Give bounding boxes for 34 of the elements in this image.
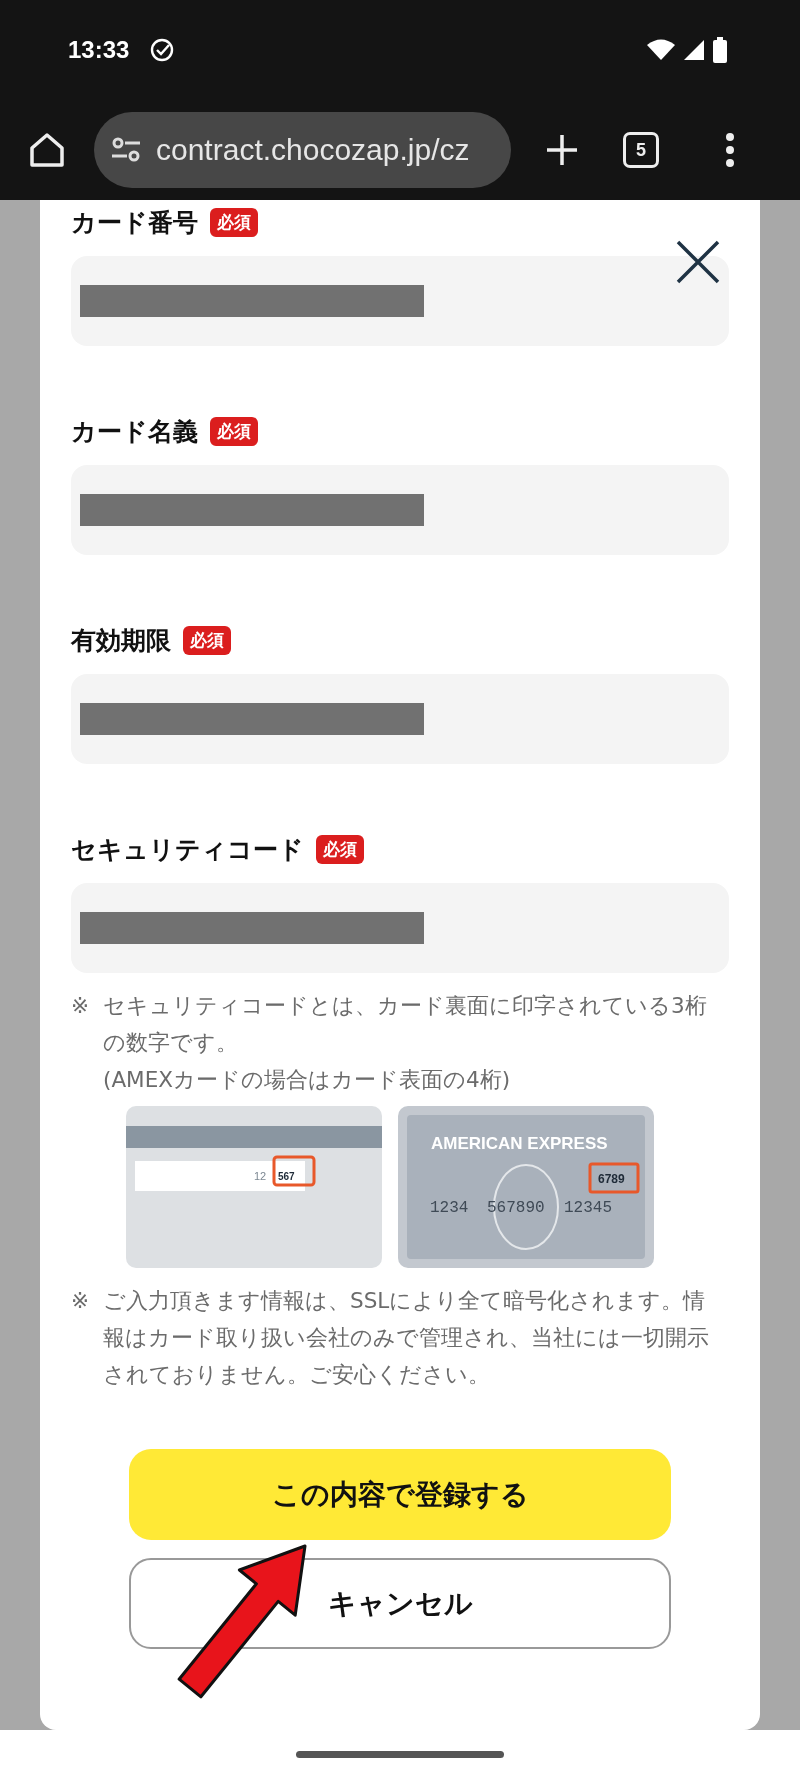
menu-icon[interactable] xyxy=(725,132,735,168)
submit-button[interactable]: この内容で登録する xyxy=(129,1449,671,1540)
note-mark: ※ xyxy=(71,992,90,1020)
plus-icon[interactable] xyxy=(545,133,579,167)
home-indicator[interactable] xyxy=(296,1750,504,1758)
signal-icon xyxy=(682,38,706,62)
field-label: カード番号 xyxy=(71,206,198,239)
input-field[interactable] xyxy=(71,256,729,346)
required-badge: 必須 xyxy=(316,834,364,864)
note-text: (AMEXカードの場合はカード表面の4桁) xyxy=(103,1066,512,1094)
note-text: セキュリティコードとは、カード裏面に印字されている3桁の数字です。 xyxy=(103,992,708,1057)
field-label: 有効期限 xyxy=(71,624,171,657)
status-time: 13:33 xyxy=(68,36,130,64)
input-field[interactable] xyxy=(71,883,729,973)
note-mark: ※ xyxy=(71,1287,90,1315)
tab-count-button[interactable]: 5 xyxy=(623,132,659,168)
battery-icon xyxy=(712,36,728,64)
home-icon[interactable] xyxy=(27,130,67,170)
required-badge: 必須 xyxy=(210,207,258,237)
input-field[interactable] xyxy=(71,465,729,555)
input-field[interactable] xyxy=(71,674,729,764)
required-badge: 必須 xyxy=(210,416,258,446)
card-front-drawing: AMERICAN EXPRESS 6789 1234 567890 12345 xyxy=(398,1106,654,1268)
required-badge: 必須 xyxy=(183,625,231,655)
field-label: カード名義 xyxy=(71,415,198,448)
note-text: ご入力頂きます情報は、SSLにより全て暗号化されます。情報はカード取り扱い会社のみで管理され、当社には一切開示されておりません。ご安心ください。 xyxy=(103,1287,710,1389)
url-text: contract.chocozap.jp/cz xyxy=(156,133,470,167)
check-circle-icon xyxy=(149,37,176,63)
close-icon[interactable] xyxy=(676,240,720,284)
address-bar[interactable]: contract.chocozap.jp/cz xyxy=(94,112,511,188)
card-back-drawing: 12 567 xyxy=(126,1106,382,1268)
wifi-icon xyxy=(646,38,676,62)
field-label: セキュリティコード xyxy=(71,833,304,866)
cancel-button[interactable]: キャンセル xyxy=(129,1558,671,1649)
